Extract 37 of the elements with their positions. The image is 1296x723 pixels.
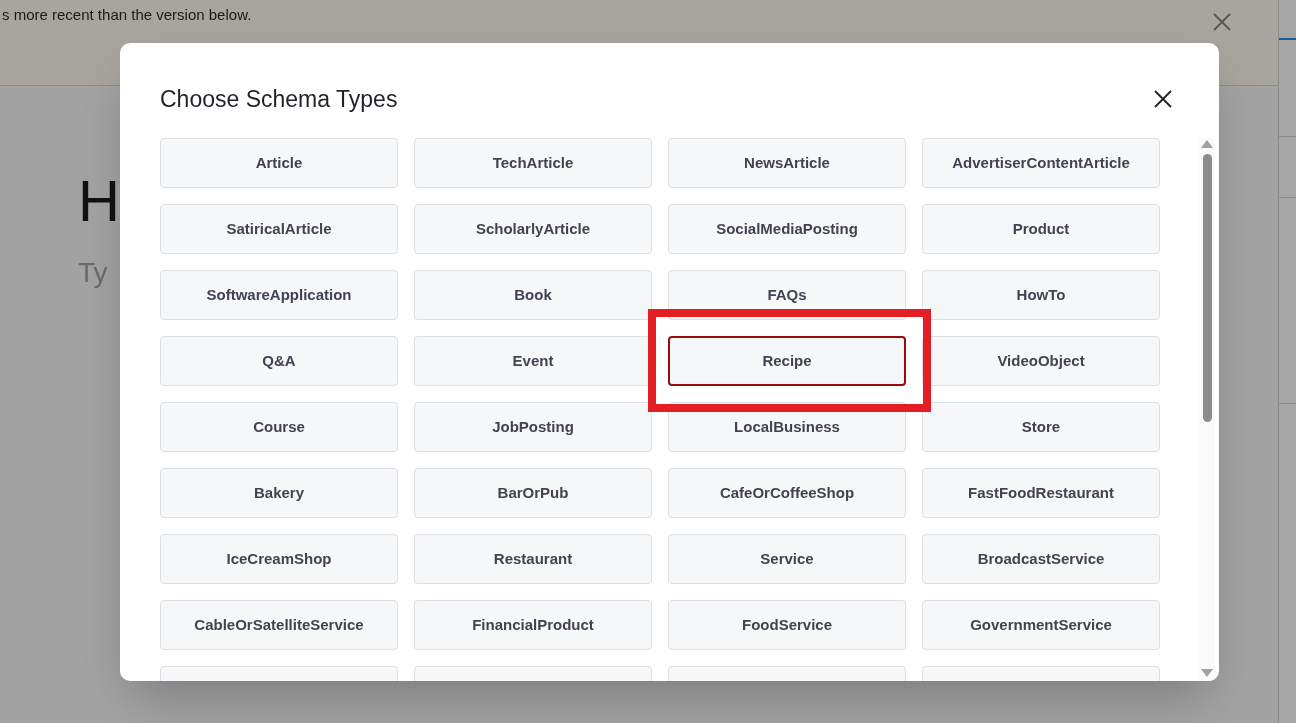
schema-type-button[interactable]: Store [922, 402, 1160, 452]
dialog-title: Choose Schema Types [160, 85, 398, 114]
schema-type-button[interactable]: ScholarlyArticle [414, 204, 652, 254]
schema-type-button[interactable]: Restaurant [414, 534, 652, 584]
schema-type-button[interactable]: BarOrPub [414, 468, 652, 518]
schema-type-button[interactable]: SocialMediaPosting [668, 204, 906, 254]
schema-type-button[interactable]: FoodService [668, 600, 906, 650]
schema-type-button[interactable]: JobPosting [414, 402, 652, 452]
scroll-down-icon[interactable] [1201, 669, 1213, 677]
schema-type-button[interactable]: Q&A [160, 336, 398, 386]
banner-text: s more recent than the version below. [2, 5, 252, 25]
schema-type-button[interactable]: VideoObject [922, 336, 1160, 386]
schema-type-button[interactable]: FinancialProduct [414, 600, 652, 650]
scrollbar[interactable] [1199, 138, 1215, 681]
scrollbar-thumb[interactable] [1202, 154, 1212, 422]
schema-type-button[interactable]: SoftwareApplication [160, 270, 398, 320]
page-heading: H [78, 167, 120, 235]
schema-type-button[interactable]: GovernmentService [922, 600, 1160, 650]
schema-type-button[interactable]: IceCreamShop [160, 534, 398, 584]
schema-type-button[interactable]: Recipe [668, 336, 906, 386]
scroll-up-icon[interactable] [1201, 140, 1213, 148]
schema-type-button[interactable]: SatiricalArticle [160, 204, 398, 254]
schema-type-button[interactable]: HowTo [922, 270, 1160, 320]
schema-type-button[interactable]: CableOrSatelliteService [160, 600, 398, 650]
schema-type-button[interactable]: BroadcastService [922, 534, 1160, 584]
schema-type-button[interactable]: Book [414, 270, 652, 320]
page-subheading: Ty [78, 256, 108, 290]
schema-type-button[interactable]: NewsArticle [668, 138, 906, 188]
schema-type-button[interactable]: CafeOrCoffeeShop [668, 468, 906, 518]
schema-type-button[interactable]: Article [160, 138, 398, 188]
schema-type-button[interactable]: Bakery [160, 468, 398, 518]
schema-type-button[interactable]: Course [160, 402, 398, 452]
schema-type-button[interactable]: TechArticle [414, 138, 652, 188]
schema-type-button[interactable]: Service [668, 534, 906, 584]
schema-type-button[interactable]: FastFoodRestaurant [922, 468, 1160, 518]
schema-type-button[interactable]: Product [922, 204, 1160, 254]
schema-type-button[interactable]: AdvertiserContentArticle [922, 138, 1160, 188]
